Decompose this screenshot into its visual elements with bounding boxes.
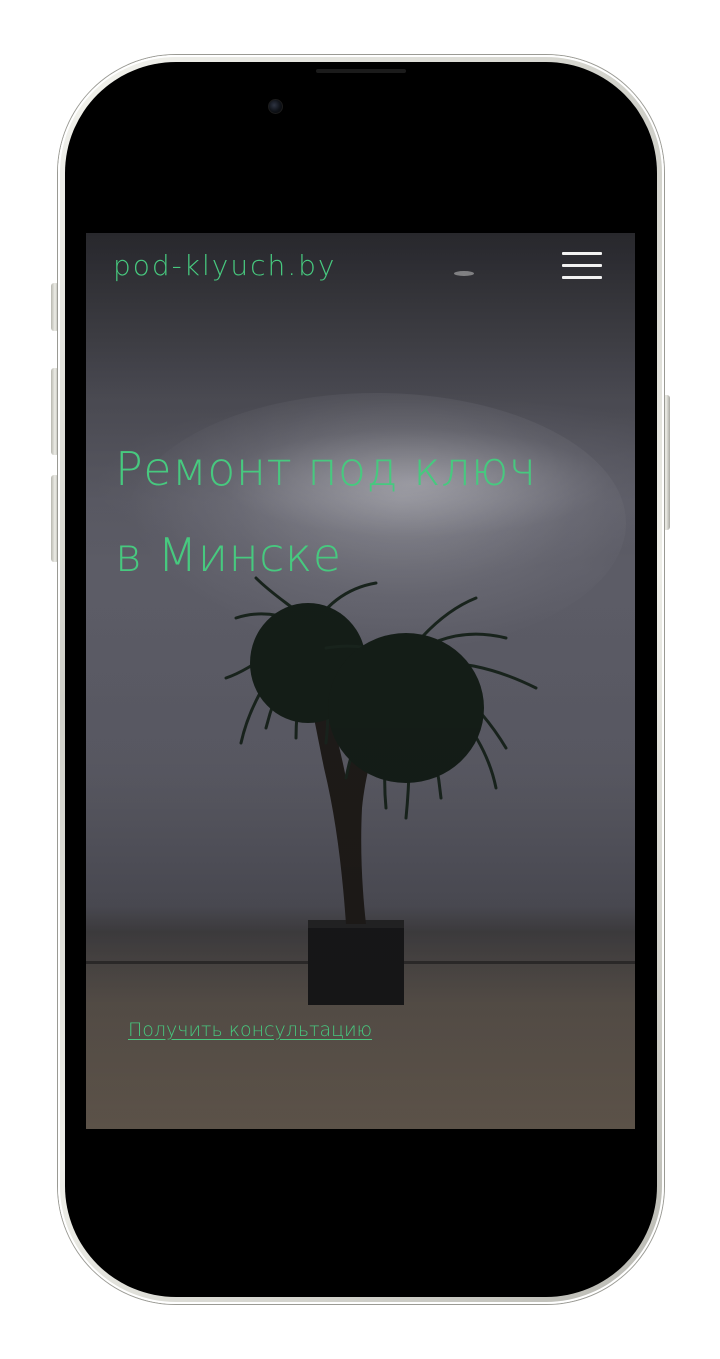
phone-screen: pod-klyuch.by Ремонт под ключ в Минске П… [86, 233, 635, 1129]
site-header: pod-klyuch.by [86, 233, 635, 303]
earpiece-speaker [316, 69, 406, 73]
device-mockup: pod-klyuch.by Ремонт под ключ в Минске П… [0, 0, 720, 1359]
hamburger-menu-icon[interactable] [562, 252, 602, 280]
menu-line [562, 276, 602, 279]
image-darken-overlay [86, 233, 635, 1129]
site-logo[interactable]: pod-klyuch.by [113, 249, 336, 282]
hero-title: Ремонт под ключ в Минске [115, 426, 615, 598]
front-camera-icon [268, 99, 283, 114]
menu-line [562, 252, 602, 255]
consultation-link[interactable]: Получить консультацию [128, 1019, 372, 1041]
menu-line [562, 264, 602, 267]
hero-title-line-2: в Минске [115, 528, 342, 582]
hero-title-line-1: Ремонт под ключ [115, 442, 537, 496]
